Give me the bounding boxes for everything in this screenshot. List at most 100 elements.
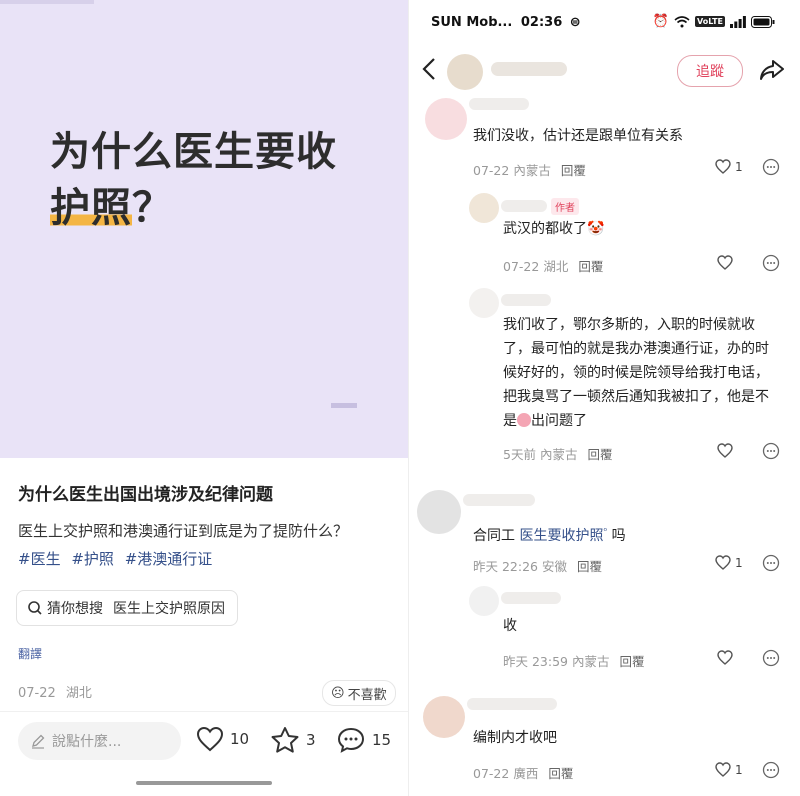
cover-image[interactable]: 为什么医生要收 护照？: [0, 0, 408, 458]
alarm-icon: ⏰: [652, 14, 670, 29]
more-options-icon[interactable]: [762, 649, 780, 667]
brain-emoji-icon: [517, 413, 531, 427]
tag-link[interactable]: #港澳通行证: [125, 550, 213, 568]
top-nav: 追蹤: [409, 48, 800, 92]
battery-icon: [751, 15, 775, 28]
post-meta: 07-22 湖北: [18, 682, 92, 701]
search-keyword-link[interactable]: 医生要收护照: [519, 528, 603, 544]
comment-line: 是: [503, 413, 517, 429]
cover-title-line1: 为什么医生要收: [50, 129, 337, 175]
follow-button[interactable]: 追蹤: [677, 55, 743, 87]
more-options-icon[interactable]: [762, 761, 780, 779]
comment-like-button[interactable]: [717, 255, 737, 270]
comment-line: 了，最可怕的就是我办港澳通行证，办的时: [503, 341, 769, 357]
comment-like-button[interactable]: [717, 443, 737, 458]
heart-icon: [715, 555, 731, 570]
comment-date: 昨天 23:59: [503, 654, 568, 669]
comment-location: 內蒙古: [571, 654, 610, 669]
comment-text: 我们收了，鄂尔多斯的，入职的时候就收 了，最可怕的就是我办港澳通行证，办的时 候…: [503, 313, 769, 433]
tag-link[interactable]: #护照: [71, 550, 114, 568]
post-location: 湖北: [65, 686, 92, 701]
cover-title-highlight: 护照: [50, 185, 132, 231]
comment-location: 廣西: [513, 766, 539, 781]
avatar[interactable]: [423, 696, 465, 738]
comment-button[interactable]: 15: [336, 726, 391, 754]
comment-meta: 07-22 內蒙古 回覆: [473, 160, 586, 179]
commenter-name-blurred[interactable]: [467, 698, 557, 710]
comment-text: 编制内才收吧: [473, 730, 557, 746]
translate-link[interactable]: 翻譯: [18, 645, 42, 662]
comment-date: 07-22: [503, 259, 540, 274]
comment-bubble-icon: [337, 727, 365, 753]
tag-link[interactable]: #医生: [18, 550, 61, 568]
dislike-button[interactable]: ☹ 不喜歡: [322, 680, 396, 706]
cover-title: 为什么医生要收 护照？: [50, 124, 380, 236]
comment-meta: 07-22 廣西 回覆: [473, 763, 573, 782]
comment-meta: 昨天 22:26 安徽 回覆: [473, 556, 602, 575]
heart-icon: [715, 159, 731, 174]
commenter-name-blurred[interactable]: [501, 592, 561, 604]
comment-text: 收: [503, 618, 517, 634]
commenter-name-blurred[interactable]: [501, 200, 547, 212]
search-icon: [28, 601, 42, 615]
carousel-indicator: [331, 403, 357, 408]
back-arrow-icon[interactable]: [421, 56, 437, 82]
comments-panel: SUN Mob... 02:36 ⊜ ⏰ VoLTE 追蹤 我们没收，估计还是跟…: [408, 0, 800, 796]
heart-icon: [717, 443, 733, 458]
collect-button[interactable]: 3: [270, 726, 316, 754]
comment-like-button[interactable]: [717, 650, 737, 665]
star-icon: [271, 727, 299, 753]
comment-date: 07-22: [473, 163, 510, 178]
reply-button[interactable]: 回覆: [548, 766, 573, 781]
like-button[interactable]: 10: [196, 726, 249, 752]
commenter-name-blurred[interactable]: [469, 98, 529, 110]
home-indicator: [136, 781, 272, 785]
comment-like-button[interactable]: 1: [715, 159, 743, 174]
comment-location: 湖北: [543, 259, 569, 274]
divider: [0, 711, 408, 712]
comment-like-count: 1: [735, 555, 743, 570]
comment-date: 昨天 22:26: [473, 559, 538, 574]
reply-button[interactable]: 回覆: [587, 447, 612, 462]
reply-button[interactable]: 回覆: [578, 259, 603, 274]
more-options-icon[interactable]: [762, 254, 780, 272]
volte-badge: VoLTE: [695, 16, 725, 27]
reply-button[interactable]: 回覆: [577, 559, 602, 574]
comment-text-prefix: 合同工: [473, 528, 520, 544]
author-avatar[interactable]: [447, 54, 483, 90]
status-icons: ⏰ VoLTE: [653, 14, 775, 29]
post-body: 医生上交护照和港澳通行证到底是为了提防什么？: [18, 522, 349, 540]
reply-button[interactable]: 回覆: [561, 163, 586, 178]
avatar[interactable]: [417, 490, 461, 534]
comment-like-button[interactable]: 1: [715, 762, 743, 777]
comment-text: 合同工 医生要收护照ᵒ 吗: [473, 520, 626, 548]
comment-meta: 07-22 湖北 回覆: [503, 256, 603, 275]
more-options-icon[interactable]: [762, 158, 780, 176]
comment-line: 把我臭骂了一顿然后通知我被扣了，他是不: [503, 389, 769, 405]
search-query: 医生上交护照原因: [113, 601, 225, 617]
author-name-blurred[interactable]: [491, 62, 567, 76]
clown-emoji-icon: 🤡: [587, 221, 605, 237]
suggested-search-chip[interactable]: 猜你想搜 医生上交护照原因: [16, 590, 238, 626]
comment-like-button[interactable]: 1: [715, 555, 743, 570]
more-options-icon[interactable]: [762, 442, 780, 460]
more-options-icon[interactable]: [762, 554, 780, 572]
comment-count: 15: [372, 731, 392, 749]
share-icon[interactable]: [759, 59, 785, 81]
commenter-name-blurred[interactable]: [501, 294, 551, 306]
avatar[interactable]: [469, 193, 499, 223]
avatar[interactable]: [469, 586, 499, 616]
wifi-icon: [674, 15, 690, 27]
comment-text: 我们没收，估计还是跟单位有关系: [473, 128, 683, 144]
comment-text-content: 武汉的都收了: [503, 221, 587, 237]
avatar[interactable]: [425, 98, 467, 140]
comment-like-count: 1: [735, 762, 743, 777]
comment-location: 安徽: [541, 559, 567, 574]
cover-top-strip: [0, 0, 94, 4]
avatar[interactable]: [469, 288, 499, 318]
comment-placeholder: 說點什麼...: [52, 734, 122, 750]
dislike-label: 不喜歡: [347, 687, 387, 703]
comment-input[interactable]: 說點什麼...: [18, 722, 181, 760]
reply-button[interactable]: 回覆: [619, 654, 644, 669]
commenter-name-blurred[interactable]: [463, 494, 535, 506]
